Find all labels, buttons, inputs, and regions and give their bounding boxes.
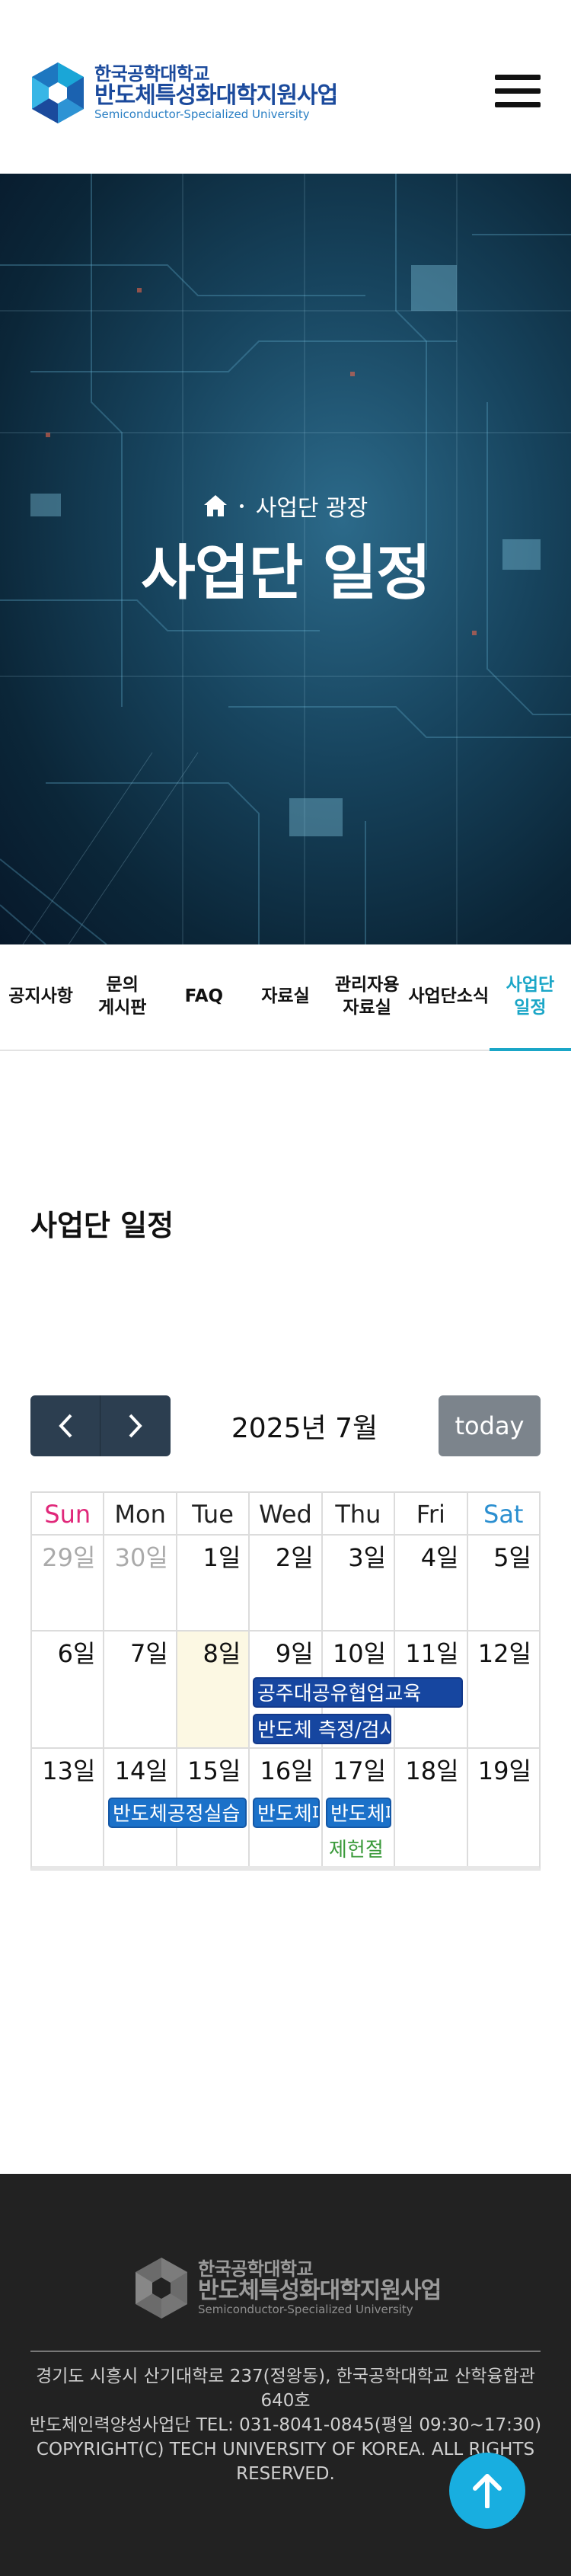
calendar-day[interactable]: 4일 <box>394 1536 466 1630</box>
calendar-day[interactable]: 7일 <box>103 1632 175 1747</box>
breadcrumb-section[interactable]: 사업단 광장 <box>256 489 368 523</box>
chevron-right-icon <box>129 1414 142 1438</box>
calendar-event[interactable]: 반도체패 <box>326 1798 391 1828</box>
weekday-fri: Fri <box>394 1493 466 1534</box>
logo-university-name: 한국공학대학교 <box>94 62 210 85</box>
calendar-day[interactable]: 12일 <box>466 1632 539 1747</box>
footer-logo[interactable]: 한국공학대학교 반도체특성화대학지원사업 Semiconductor-Speci… <box>132 2256 442 2320</box>
tab-admin-archive[interactable]: 관리자용 자료실 <box>327 944 408 1050</box>
prev-month-button[interactable] <box>30 1395 100 1456</box>
tab-notice[interactable]: 공지사항 <box>0 944 81 1050</box>
footer-address: 경기도 시흥시 산기대학로 237(정왕동), 한국공학대학교 산학융합관 64… <box>36 2367 535 2411</box>
tab-inquiry-board[interactable]: 문의 게시판 <box>81 944 163 1050</box>
calendar-day[interactable]: 18일 <box>394 1749 466 1866</box>
next-month-button[interactable] <box>100 1395 171 1456</box>
calendar-day[interactable]: 19일 <box>466 1749 539 1866</box>
calendar-month-title: 2025년 7월 <box>231 1413 378 1444</box>
chevron-left-icon <box>58 1414 72 1438</box>
calendar-day[interactable]: 13일 <box>32 1749 103 1866</box>
footer-contact: 반도체인력양성사업단 TEL: 031-8041-0845(평일 09:30~1… <box>29 2415 542 2435</box>
calendar-event[interactable]: 반도체 측정/검사 <box>253 1714 391 1744</box>
weekday-wed: Wed <box>248 1493 321 1534</box>
site-logo[interactable]: 한국공학대학교 반도체특성화대학지원사업 Semiconductor-Speci… <box>29 61 338 125</box>
calendar-week: 29일 30일 1일 2일 3일 4일 5일 <box>32 1536 539 1632</box>
arrow-up-icon <box>473 2474 502 2508</box>
weekday-thu: Thu <box>321 1493 394 1534</box>
weekday-tue: Tue <box>175 1493 248 1534</box>
breadcrumb: 사업단 광장 <box>0 489 571 523</box>
logo-program-name: 반도체특성화대학지원사업 <box>94 81 338 109</box>
calendar-event[interactable]: 반도체공정실습 <box>108 1798 247 1828</box>
calendar-day[interactable]: 5일 <box>466 1536 539 1630</box>
calendar-day[interactable]: 3일 <box>321 1536 394 1630</box>
calendar-day[interactable]: 6일 <box>32 1632 103 1747</box>
today-button[interactable]: today <box>439 1395 541 1456</box>
footer-logo-program-name: 반도체특성화대학지원사업 <box>198 2277 442 2304</box>
sub-navigation-tabs: 공지사항 문의 게시판 FAQ 자료실 관리자용 자료실 사업단소식 사업단 일… <box>0 944 571 1051</box>
calendar-week: 13일 14일 15일 16일 17일 18일 19일 반도체공정실습 반도체패… <box>32 1749 539 1866</box>
logo-hexagon-icon <box>32 62 84 123</box>
calendar-day[interactable]: 30일 <box>103 1536 175 1630</box>
calendar-week: 6일 7일 8일 9일 10일 11일 12일 공주대공유협업교육 반도체 측정… <box>32 1632 539 1749</box>
scroll-to-top-button[interactable] <box>449 2453 525 2529</box>
hero-title: 사업단 일정 <box>141 539 431 608</box>
tab-program-news[interactable]: 사업단소식 <box>408 944 490 1050</box>
weekday-sat: Sat <box>466 1493 539 1534</box>
calendar-event[interactable]: 반도체패 <box>253 1798 320 1828</box>
breadcrumb-separator <box>239 503 244 508</box>
calendar-day[interactable]: 1일 <box>175 1536 248 1630</box>
tab-faq[interactable]: FAQ <box>163 944 244 1050</box>
calendar-grid: Sun Mon Tue Wed Thu Fri Sat 29일 30일 1일 2… <box>30 1491 541 1871</box>
logo-english-name: Semiconductor-Specialized University <box>94 107 310 122</box>
calendar-day-today[interactable]: 8일 <box>175 1632 249 1747</box>
site-header: 한국공학대학교 반도체특성화대학지원사업 Semiconductor-Speci… <box>0 0 571 174</box>
calendar-event[interactable]: 공주대공유협업교육 <box>253 1677 463 1708</box>
page-title: 사업단 일정 <box>30 1209 174 1242</box>
weekday-sun: Sun <box>44 1500 91 1529</box>
tab-program-schedule[interactable]: 사업단 일정 <box>489 944 571 1051</box>
footer-logo-english-name: Semiconductor-Specialized University <box>198 2303 413 2317</box>
tab-archive[interactable]: 자료실 <box>244 944 326 1050</box>
footer-divider <box>30 2351 541 2352</box>
hero-banner: 사업단 광장 사업단 일정 <box>0 174 571 944</box>
calendar-nav-group <box>30 1395 171 1456</box>
home-icon[interactable] <box>203 494 228 517</box>
logo-hexagon-icon <box>136 2258 187 2319</box>
calendar-day[interactable]: 2일 <box>248 1536 321 1630</box>
hamburger-menu-icon[interactable] <box>495 75 541 108</box>
weekday-header: Sun Mon Tue Wed Thu Fri Sat <box>32 1493 539 1536</box>
holiday-label[interactable]: 제헌절 <box>329 1834 384 1862</box>
footer-logo-university-name: 한국공학대학교 <box>198 2258 314 2280</box>
calendar-day[interactable]: 29일 <box>32 1536 103 1630</box>
weekday-mon: Mon <box>103 1493 175 1534</box>
